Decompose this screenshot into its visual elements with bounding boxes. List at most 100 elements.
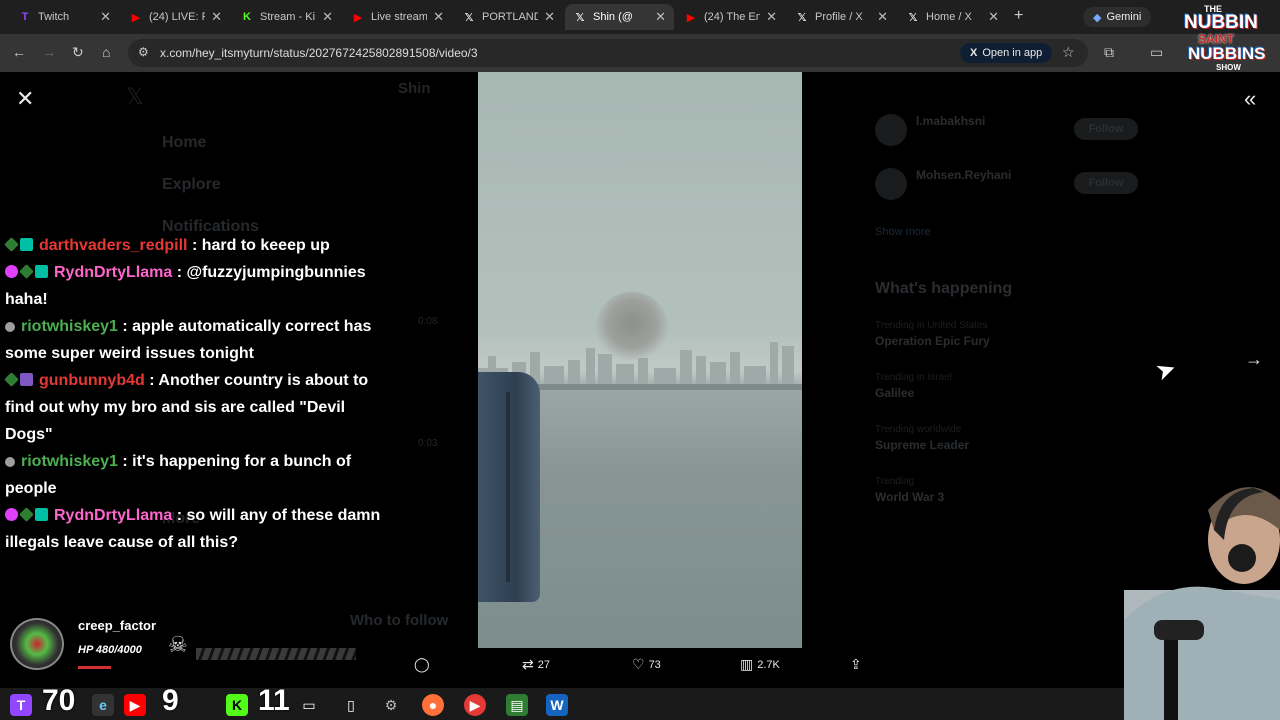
nav-explore: Explore xyxy=(162,176,221,193)
chat-badges xyxy=(5,502,50,529)
taskbar: T e ▶ K ▭ ▯ ⚙ ● ▶ ▤ W xyxy=(0,688,1280,720)
browser-tab[interactable]: 𝕏 Shin (@ ✕ xyxy=(565,4,674,30)
youtube-icon[interactable]: ▶ xyxy=(124,694,146,716)
bookmark-star-icon[interactable]: ☆ xyxy=(1062,44,1075,61)
browser-tab[interactable]: 𝕏 Home / X ✕ xyxy=(898,4,1007,30)
site-info-icon[interactable]: ⚙ xyxy=(138,45,149,59)
close-tab-icon[interactable]: ✕ xyxy=(322,9,333,25)
trend-name[interactable]: Operation Epic Fury xyxy=(875,334,990,348)
terminal-icon[interactable]: ▭ xyxy=(298,694,320,716)
back-icon[interactable]: ← xyxy=(12,44,26,60)
close-tab-icon[interactable]: ✕ xyxy=(100,9,111,25)
chat-message: RydnDrtyLlama : @fuzzyjumpingbunnies hah… xyxy=(5,259,385,313)
chat-badges xyxy=(5,313,17,340)
share-button[interactable]: ⇪ xyxy=(850,656,862,673)
browser-tab[interactable]: ▶ Live stream ✕ xyxy=(343,4,452,30)
reply-icon: ◯ xyxy=(414,656,430,672)
follow-button[interactable]: Follow xyxy=(1074,172,1138,194)
views-count: 2.7K xyxy=(757,658,780,671)
twitch-icon[interactable]: T xyxy=(10,694,32,716)
chat-separator: : xyxy=(117,453,133,470)
home-icon[interactable]: ⌂ xyxy=(102,44,110,60)
tweet-actions-bar: ◯ ⇄ 27 ♡ 73 ▥ 2.7K ⇪ xyxy=(404,656,876,680)
follow-button[interactable]: Follow xyxy=(1074,118,1138,140)
file-icon[interactable]: ▯ xyxy=(340,694,362,716)
close-tab-icon[interactable]: ✕ xyxy=(988,9,999,25)
youtube-icon: ▶ xyxy=(686,11,696,24)
kick-icon[interactable]: K xyxy=(226,694,248,716)
chat-separator: : xyxy=(172,264,187,281)
trend-category: Trending worldwide xyxy=(875,424,962,435)
like-button[interactable]: ♡ 73 xyxy=(632,656,661,673)
box-badge-icon xyxy=(35,508,48,521)
repost-button[interactable]: ⇄ 27 xyxy=(522,656,550,673)
chat-username[interactable]: riotwhiskey1 xyxy=(21,318,118,335)
browser-tab[interactable]: 𝕏 Profile / X ✕ xyxy=(787,4,896,30)
chat-separator: : xyxy=(187,237,202,254)
firefox-icon[interactable]: ● xyxy=(422,694,444,716)
open-in-app-label: Open in app xyxy=(982,47,1043,59)
trend-name[interactable]: Galilee xyxy=(875,386,914,400)
close-icon[interactable]: ✕ xyxy=(16,86,34,112)
tab-title: Shin (@ xyxy=(593,11,633,23)
browser-tab[interactable]: ▶ (24) LIVE: Fr ✕ xyxy=(121,4,230,30)
browser-tab[interactable]: T Twitch ✕ xyxy=(10,4,119,30)
chat-username[interactable]: gunbunnyb4d xyxy=(39,372,145,389)
browser-tab[interactable]: 𝕏 PORTLAND ✕ xyxy=(454,4,563,30)
smoke-plume-image xyxy=(596,292,668,362)
record-icon[interactable]: ▶ xyxy=(464,694,486,716)
url-text[interactable]: x.com/hey_itsmyturn/status/2027672425802… xyxy=(160,46,478,60)
box-badge-icon xyxy=(35,265,48,278)
kick-icon: K xyxy=(243,11,251,23)
close-tab-icon[interactable]: ✕ xyxy=(655,9,666,25)
avatar xyxy=(875,168,907,200)
x-icon: 𝕏 xyxy=(575,11,585,24)
chat-username[interactable]: RydnDrtyLlama xyxy=(54,264,172,281)
video-player[interactable] xyxy=(478,72,802,648)
views-button[interactable]: ▥ 2.7K xyxy=(740,656,780,673)
gemini-button[interactable]: ◆ Gemini xyxy=(1083,7,1152,27)
close-tab-icon[interactable]: ✕ xyxy=(766,9,777,25)
webcam-feed-image xyxy=(1124,487,1280,720)
extensions-icon[interactable]: ⧉ xyxy=(1104,44,1114,61)
reply-button[interactable]: ◯ xyxy=(414,656,434,673)
show-more-link[interactable]: Show more xyxy=(875,226,931,238)
hp-fill xyxy=(78,666,111,669)
chat-username[interactable]: darthvaders_redpill xyxy=(39,237,188,254)
suggestion-name: l.mabakhsni xyxy=(916,114,986,128)
chat-username[interactable]: RydnDrtyLlama xyxy=(54,507,172,524)
like-count: 73 xyxy=(648,658,661,671)
close-tab-icon[interactable]: ✕ xyxy=(433,9,444,25)
word-icon[interactable]: W xyxy=(546,694,568,716)
spreadsheet-icon[interactable]: ▤ xyxy=(506,694,528,716)
sidebar-icon[interactable]: ▭ xyxy=(1150,44,1163,61)
settings-icon[interactable]: ⚙ xyxy=(380,694,402,716)
forward-icon[interactable]: → xyxy=(42,44,56,60)
address-bar[interactable]: ⚙ x.com/hey_itsmyturn/status/20276724258… xyxy=(128,39,1088,67)
next-media-icon[interactable]: → xyxy=(1245,349,1263,370)
collapse-panel-icon[interactable]: « xyxy=(1244,86,1256,112)
video-timestamp: 0:08 xyxy=(418,316,438,327)
browser-tab[interactable]: K Stream - Ki ✕ xyxy=(232,4,341,30)
browser-tab[interactable]: ▶ (24) The En ✕ xyxy=(676,4,785,30)
leaf-badge-icon xyxy=(4,237,19,252)
reload-icon[interactable]: ↻ xyxy=(72,44,84,61)
hp-bar xyxy=(196,648,356,660)
purple-badge-icon xyxy=(20,373,33,386)
close-tab-icon[interactable]: ✕ xyxy=(544,9,555,25)
new-tab-button[interactable]: + xyxy=(1014,7,1023,25)
close-tab-icon[interactable]: ✕ xyxy=(877,9,888,25)
close-tab-icon[interactable]: ✕ xyxy=(211,9,222,25)
chat-username[interactable]: riotwhiskey1 xyxy=(21,453,118,470)
author-name: Shin xyxy=(398,80,431,97)
trend-name[interactable]: Supreme Leader xyxy=(875,438,969,452)
logo-text: NUBBINS xyxy=(1188,44,1266,63)
open-in-app-button[interactable]: X Open in app xyxy=(960,43,1053,63)
whats-happening-heading: What's happening xyxy=(875,280,1013,297)
twitch-viewer-count: 70 xyxy=(42,684,76,717)
trend-name[interactable]: World War 3 xyxy=(875,490,944,504)
avatar xyxy=(10,618,64,670)
kick-viewer-count: 11 xyxy=(258,684,290,717)
edge-icon[interactable]: e xyxy=(92,694,114,716)
heart-badge-icon xyxy=(5,508,18,521)
